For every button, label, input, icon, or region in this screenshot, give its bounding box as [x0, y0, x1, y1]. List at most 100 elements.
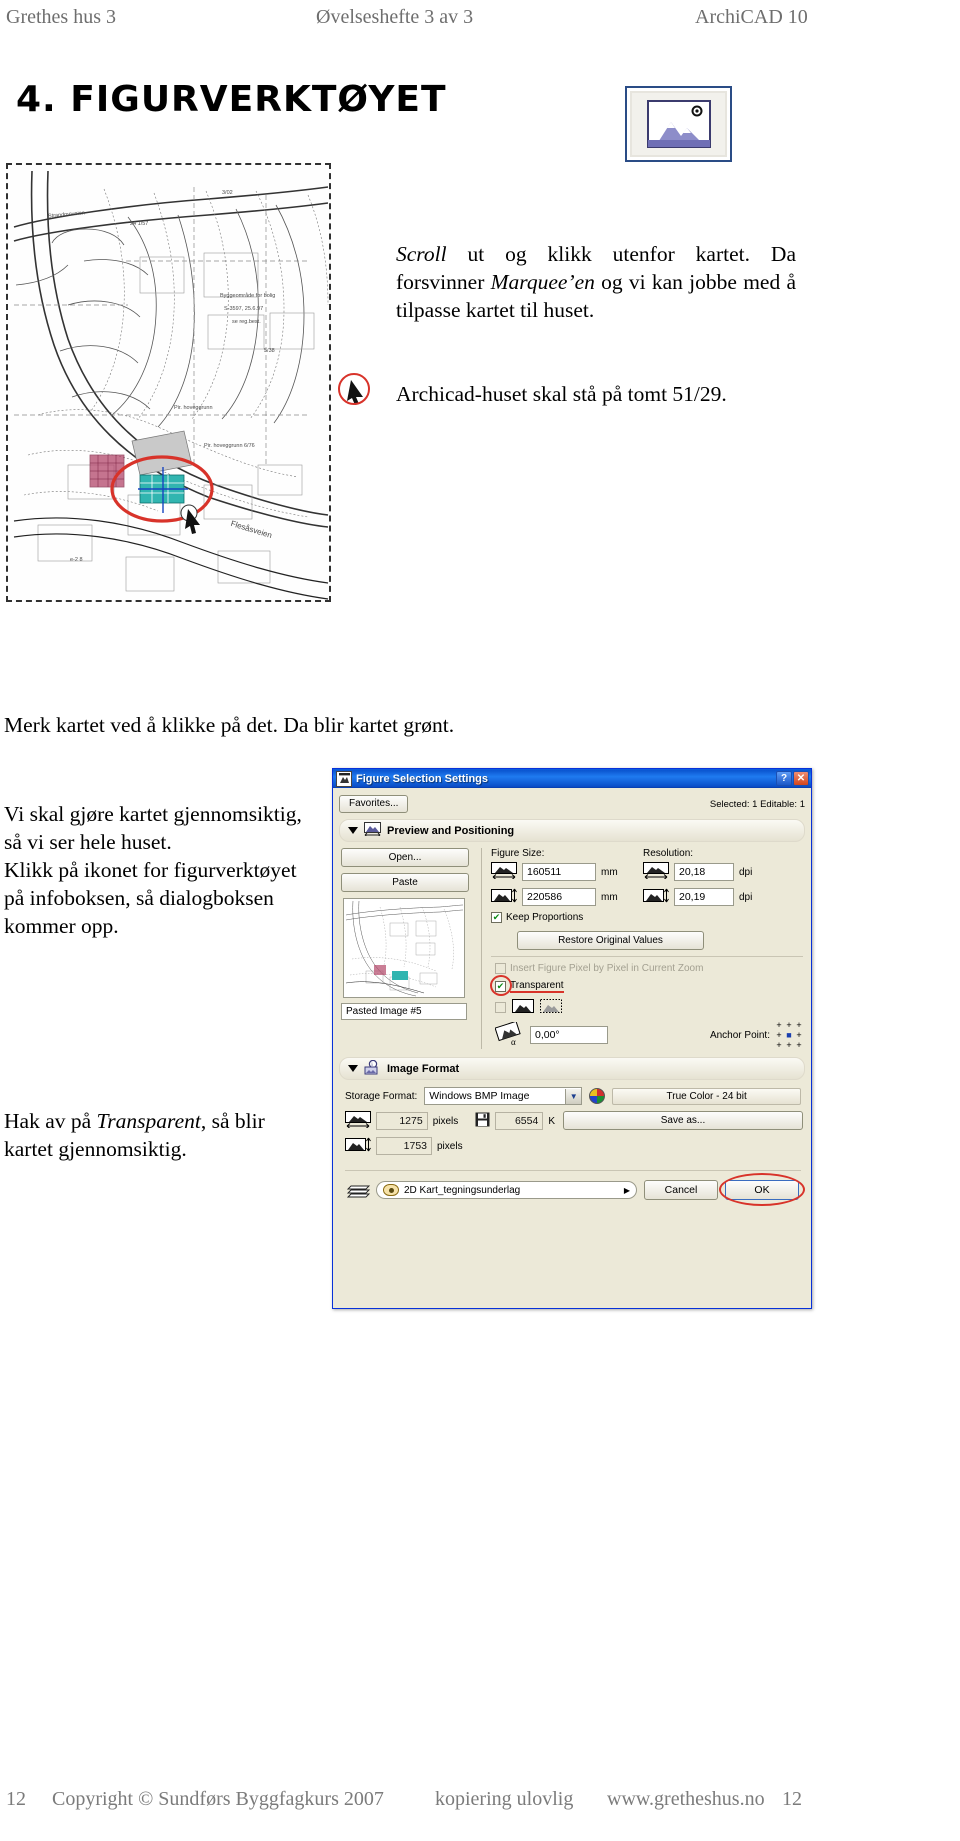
- layer-name: 2D Kart_tegningsunderlag: [404, 1184, 521, 1196]
- anchor-cell-bl[interactable]: +: [775, 1041, 783, 1050]
- image-name-field[interactable]: Pasted Image #5: [341, 1003, 467, 1020]
- section-label-preview-positioning: Preview and Positioning: [387, 824, 515, 837]
- figure-width-input[interactable]: 160511: [522, 863, 596, 881]
- angle-input[interactable]: 0,00°: [530, 1026, 608, 1044]
- footer-copying: kopiering ulovlig: [435, 1788, 574, 1810]
- width-icon: [491, 862, 517, 882]
- color-depth-value: True Color - 24 bit: [612, 1087, 801, 1105]
- resolution-x-row: 20,18 dpi: [643, 862, 803, 882]
- pixel-size-row: 1275 pixels 6554 K 1753 pixels Save as..…: [345, 1111, 803, 1161]
- file-size-unit: K: [548, 1115, 555, 1127]
- rotation-angle-icon: α: [494, 1020, 523, 1049]
- figure-preview[interactable]: [343, 898, 465, 998]
- anchor-cell-mc[interactable]: ■: [785, 1031, 793, 1040]
- header-right-text: ArchiCAD 10: [695, 6, 808, 28]
- paragraph-scroll-em1: Scroll: [396, 241, 447, 266]
- anchor-cell-tr[interactable]: +: [795, 1021, 803, 1030]
- chapter-number: 4.: [16, 79, 57, 120]
- size-resolution-column: Figure Size: 160511 mm 220586 mm ✔ Keep …: [481, 848, 803, 1050]
- resolution-x-input[interactable]: 20,18: [674, 863, 734, 881]
- dialog-title-bar[interactable]: Figure Selection Settings ? ✕: [333, 769, 811, 788]
- divider-2: [345, 1170, 801, 1171]
- mirror-checkbox[interactable]: [495, 1002, 506, 1013]
- save-as-button[interactable]: Save as...: [563, 1111, 803, 1130]
- chevron-right-icon[interactable]: ▶: [624, 1186, 630, 1195]
- anchor-cell-bc[interactable]: +: [785, 1041, 793, 1050]
- color-wheel-icon: [589, 1088, 606, 1104]
- paragraph-transparent-em: Transparent: [96, 1108, 201, 1133]
- svg-text:α: α: [511, 1037, 516, 1046]
- section-header-image-format[interactable]: i Image Format: [339, 1057, 805, 1080]
- pixel-size-group: 1275 pixels 6554 K 1753 pixels: [345, 1111, 555, 1161]
- chevron-down-icon-2[interactable]: [348, 1065, 358, 1072]
- resolution-x-unit: dpi: [739, 866, 753, 878]
- footer-copyright: Copyright © Sundførs Byggfagkurs 2007: [52, 1788, 384, 1810]
- eye-icon[interactable]: [383, 1184, 399, 1196]
- cancel-button[interactable]: Cancel: [644, 1180, 718, 1200]
- figure-size-label: Figure Size:: [491, 848, 545, 859]
- section-label-image-format: Image Format: [387, 1062, 460, 1075]
- pixel-width-icon: [345, 1111, 371, 1131]
- close-button[interactable]: ✕: [793, 771, 809, 786]
- anchor-cell-tc[interactable]: +: [785, 1021, 793, 1030]
- map-figure[interactable]: Strandmoveien 24 1/57 Byggeområde for bo…: [6, 163, 331, 602]
- dialog-title-text: Figure Selection Settings: [356, 772, 489, 785]
- transparent-checkbox[interactable]: ✔: [495, 981, 506, 992]
- anchor-cell-ml[interactable]: +: [775, 1031, 783, 1040]
- figure-selection-settings-dialog[interactable]: Figure Selection Settings ? ✕ Favorites.…: [332, 768, 812, 1309]
- file-size-value: 6554: [495, 1112, 544, 1130]
- mirror-flipped-icon: [540, 999, 562, 1016]
- favorites-button[interactable]: Favorites...: [339, 795, 409, 813]
- paste-button[interactable]: Paste: [341, 873, 469, 892]
- header-center-text: Øvelseshefte 3 av 3: [316, 6, 474, 28]
- paragraph-scroll-em2: Marquee’en: [490, 269, 595, 294]
- pixel-height-row: 1753 pixels: [345, 1136, 555, 1156]
- resolution-height-icon: [643, 887, 669, 907]
- resolution-y-row: 20,19 dpi: [643, 887, 803, 907]
- chevron-down-icon-3[interactable]: ▼: [565, 1088, 582, 1104]
- survey-map-drawing: [8, 165, 329, 600]
- page-footer: 12 Copyright © Sundførs Byggfagkurs 2007…: [0, 1788, 960, 1828]
- transparent-label: Transparent: [510, 980, 564, 993]
- mirror-normal-icon: [512, 999, 534, 1016]
- help-button[interactable]: ?: [776, 771, 792, 786]
- chevron-down-icon[interactable]: [348, 827, 358, 834]
- layer-selector[interactable]: 2D Kart_tegningsunderlag ▶: [376, 1181, 637, 1199]
- section-header-preview-positioning[interactable]: Preview and Positioning: [339, 819, 805, 842]
- anchor-point-grid[interactable]: + + + + ■ + + + +: [775, 1021, 803, 1050]
- dialog-bottom-bar: 2D Kart_tegningsunderlag ▶ Cancel OK: [345, 1173, 805, 1206]
- map-label-note-4: Pir. hoveggrunn: [174, 405, 213, 411]
- footer-page-right: 12: [782, 1788, 802, 1810]
- running-header: Grethes hus 3 Øvelseshefte 3 av 3 ArchiC…: [0, 0, 960, 42]
- footer-url[interactable]: www.gretheshus.no: [607, 1788, 765, 1811]
- paragraph-archicad: Archicad-huset skal stå på tomt 51/29.: [396, 381, 727, 406]
- map-label-elev-2: 5/38: [264, 348, 275, 354]
- resolution-group: Resolution: 20,18 dpi 20,19 dpi: [643, 848, 803, 929]
- insert-pixel-checkbox[interactable]: [495, 963, 506, 974]
- resolution-y-input[interactable]: 20,19: [674, 888, 734, 906]
- map-label-elev-1: 3/02: [222, 190, 233, 196]
- open-button[interactable]: Open...: [341, 848, 469, 867]
- pixel-width-row: 1275 pixels 6554 K: [345, 1111, 555, 1131]
- pixel-width-value: 1275: [376, 1112, 428, 1130]
- ok-button[interactable]: OK: [725, 1180, 799, 1200]
- pixel-height-unit: pixels: [437, 1140, 463, 1152]
- anchor-cell-tl[interactable]: +: [775, 1021, 783, 1030]
- anchor-point-control[interactable]: Anchor Point: + + + + ■ + + + +: [710, 1021, 803, 1050]
- keep-proportions-checkbox[interactable]: ✔: [491, 912, 502, 923]
- storage-format-select[interactable]: Windows BMP Image ▼: [424, 1087, 583, 1105]
- pixel-height-value: 1753: [376, 1137, 432, 1155]
- transparent-row[interactable]: ✔ Transparent: [490, 975, 803, 996]
- anchor-cell-mr[interactable]: +: [795, 1031, 803, 1040]
- map-label-parcel-1: 24 1/57: [130, 221, 149, 227]
- restore-original-values-button[interactable]: Restore Original Values: [517, 931, 704, 950]
- cursor-callout: [338, 373, 372, 407]
- dialog-body: Favorites... Selected: 1 Editable: 1 Pre…: [333, 788, 811, 1206]
- figure-tool-icon[interactable]: [625, 86, 732, 162]
- keep-proportions-row[interactable]: ✔ Keep Proportions: [491, 912, 643, 923]
- paragraph-instructions: Vi skal gjøre kartet gjennomsiktig, så v…: [4, 801, 302, 938]
- figure-height-input[interactable]: 220586: [522, 888, 596, 906]
- chapter-title-text: Figurverktøyet: [70, 79, 447, 120]
- pixel-width-unit: pixels: [432, 1115, 459, 1127]
- anchor-cell-br[interactable]: +: [795, 1041, 803, 1050]
